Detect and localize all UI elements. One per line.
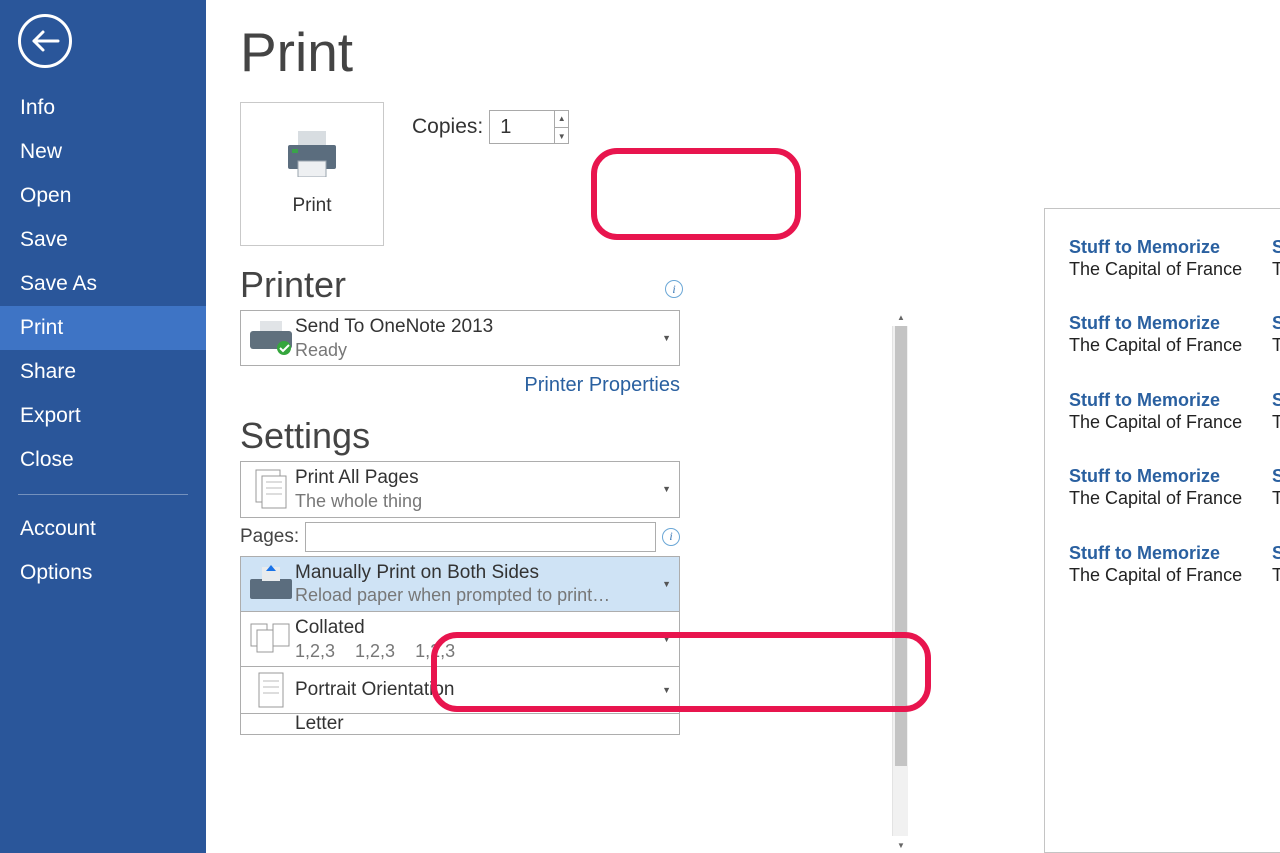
sidebar-item-print[interactable]: Print [0,306,206,350]
sidebar-item-save[interactable]: Save [0,218,206,262]
sidebar-item-options[interactable]: Options [0,551,206,595]
flashcard: Stuff to MemorizeThe Capital of France [1069,543,1258,587]
arrow-left-icon [30,29,60,53]
scroll-up-icon[interactable]: ▲ [895,310,907,324]
collate-line2: 1,2,3 1,2,3 1,2,3 [295,640,655,663]
main-panel: Print Print Copies: 1 ▲ ▼ Printer [206,0,1280,853]
pages-input[interactable] [305,522,656,552]
paper-line1: Letter [295,713,655,735]
printer-name: Send To OneNote 2013 [295,315,655,339]
sidebar-item-save-as[interactable]: Save As [0,262,206,306]
flashcard-body: The Capital of England [1272,411,1280,434]
chevron-down-icon: ▼ [662,685,671,695]
flashcard: Stuff to MemorizeThe Capital of France [1069,313,1258,357]
duplex-line1: Manually Print on Both Sides [295,561,655,585]
sidebar-item-export[interactable]: Export [0,394,206,438]
orientation-line1: Portrait Orientation [295,678,655,702]
flashcard: Stuff to MemorizeThe Capital of England [1272,313,1280,357]
flashcard-body: The Capital of England [1272,564,1280,587]
print-range-line1: Print All Pages [295,466,655,490]
flashcard-heading: Stuff to Memorize [1272,390,1280,411]
collate-line1: Collated [295,616,655,640]
flashcard-body: The Capital of England [1272,487,1280,510]
flashcard: Stuff to MemorizeThe Capital of France [1069,466,1258,510]
scroll-down-icon[interactable]: ▼ [895,838,907,852]
copies-label: Copies: [412,115,483,139]
flashcard-heading: Stuff to Memorize [1069,543,1258,564]
flashcard: Stuff to MemorizeThe Capital of England [1272,390,1280,434]
chevron-down-icon: ▼ [662,579,671,589]
sidebar-item-share[interactable]: Share [0,350,206,394]
flashcard-heading: Stuff to Memorize [1069,313,1258,334]
copies-value: 1 [490,116,554,139]
flashcard-heading: Stuff to Memorize [1069,390,1258,411]
flashcard-heading: Stuff to Memorize [1272,466,1280,487]
flashcard-body: The Capital of France [1069,258,1258,281]
printer-properties-link[interactable]: Printer Properties [524,374,680,396]
print-button-label: Print [292,195,331,217]
flashcard-body: The Capital of France [1069,487,1258,510]
flashcard-body: The Capital of France [1069,411,1258,434]
pages-stack-icon [254,468,288,510]
backstage-sidebar: InfoNewOpenSaveSave AsPrintShareExportCl… [0,0,206,853]
portrait-page-icon [257,671,285,709]
print-range-line2: The whole thing [295,490,655,513]
collate-icon [249,620,293,658]
info-icon[interactable]: i [665,280,683,298]
orientation-dropdown[interactable]: Portrait Orientation ▼ [240,666,680,714]
print-button[interactable]: Print [240,102,384,246]
sidebar-item-info[interactable]: Info [0,86,206,130]
flashcard-heading: Stuff to Memorize [1069,466,1258,487]
settings-scrollbar[interactable]: ▲ ▼ [892,326,908,836]
flashcard: Stuff to MemorizeThe Capital of England [1272,237,1280,281]
duplex-line2: Reload paper when prompted to print… [295,584,655,607]
back-button[interactable] [18,14,72,68]
flashcard: Stuff to MemorizeThe Capital of France [1069,390,1258,434]
flashcard-body: The Capital of France [1069,564,1258,587]
paper-size-dropdown[interactable]: Letter [240,713,680,735]
sidebar-item-account[interactable]: Account [0,507,206,551]
flashcard-heading: Stuff to Memorize [1272,543,1280,564]
chevron-down-icon: ▼ [662,484,671,494]
printer-dropdown[interactable]: Send To OneNote 2013 Ready ▼ [240,310,680,366]
printer-status: Ready [295,339,655,362]
info-icon[interactable]: i [662,528,680,546]
copies-spin-down[interactable]: ▼ [554,127,568,144]
duplex-dropdown[interactable]: Manually Print on Both Sides Reload pape… [240,556,680,612]
collate-dropdown[interactable]: Collated 1,2,3 1,2,3 1,2,3 ▼ [240,611,680,667]
sidebar-item-open[interactable]: Open [0,174,206,218]
print-preview: Stuff to MemorizeThe Capital of FranceSt… [1044,208,1280,853]
page-title: Print [240,20,1280,84]
printer-icon [284,131,340,177]
copies-input[interactable]: 1 ▲ ▼ [489,110,569,144]
duplex-icon [250,565,292,603]
pages-label: Pages: [240,526,299,548]
copies-spin-up[interactable]: ▲ [554,110,568,127]
copies-field: Copies: 1 ▲ ▼ [412,110,569,144]
sidebar-separator [18,494,188,495]
chevron-down-icon: ▼ [662,634,671,644]
chevron-down-icon: ▼ [662,333,671,343]
flashcard-heading: Stuff to Memorize [1069,237,1258,258]
sidebar-item-close[interactable]: Close [0,438,206,482]
flashcard-body: The Capital of France [1069,334,1258,357]
flashcard: Stuff to MemorizeThe Capital of France [1069,237,1258,281]
flashcard: Stuff to MemorizeThe Capital of England [1272,543,1280,587]
print-range-dropdown[interactable]: Print All Pages The whole thing ▼ [240,461,680,517]
flashcard-body: The Capital of England [1272,334,1280,357]
printer-device-icon [250,321,292,355]
flashcard-heading: Stuff to Memorize [1272,237,1280,258]
sidebar-item-new[interactable]: New [0,130,206,174]
flashcard-heading: Stuff to Memorize [1272,313,1280,334]
scroll-thumb[interactable] [895,326,907,766]
flashcard: Stuff to MemorizeThe Capital of England [1272,466,1280,510]
flashcard-body: The Capital of England [1272,258,1280,281]
